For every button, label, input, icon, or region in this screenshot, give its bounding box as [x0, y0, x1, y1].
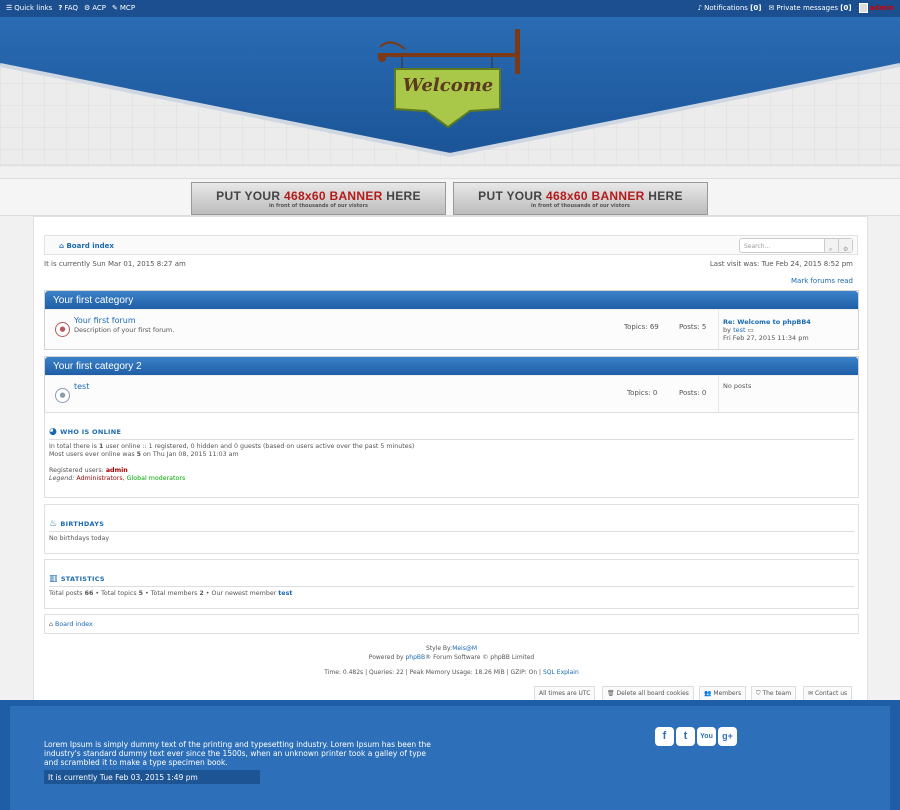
wrench-icon: ✎ — [112, 4, 118, 12]
private-messages-link[interactable]: ✉ Private messages [0] — [768, 4, 851, 12]
forum-title-link[interactable]: test — [74, 382, 89, 391]
forum-description: Description of your first forum. — [74, 326, 175, 334]
birthdays-text: No birthdays today — [49, 535, 110, 542]
statistics-text: Total posts 66 • Total topics 5 • Total … — [49, 590, 293, 597]
last-post-link[interactable]: Re: Welcome to phpBB4 — [723, 318, 811, 326]
current-time: It is currently Sun Mar 01, 2015 8:27 am — [44, 260, 186, 268]
forum-read-icon: ● — [55, 388, 70, 403]
acp-link[interactable]: ⚙ ACP — [84, 4, 106, 12]
cake-icon: ♨ — [49, 519, 58, 529]
last-visit: Last visit was: Tue Feb 24, 2015 8:52 pm — [709, 260, 853, 268]
forum-topics: Topics: 69 — [624, 323, 659, 331]
search-input[interactable]: Search… — [744, 243, 771, 250]
delete-cookies-link[interactable]: 🗑 Delete all board cookies — [602, 686, 694, 701]
forum-posts: Posts: 0 — [679, 389, 707, 397]
category-title[interactable]: Your first category — [45, 291, 858, 309]
youtube-icon[interactable]: You — [697, 727, 716, 746]
legend-administrators[interactable]: Administrators — [76, 475, 122, 482]
registered-users: Registered users: admin — [49, 467, 128, 474]
forum-row: ● test Topics: 0 Posts: 0 No posts — [45, 375, 858, 415]
statistics-panel: ▥ STATISTICS Total posts 66 • Total topic… — [44, 559, 859, 609]
breadcrumb-board-index[interactable]: ⌂ Board index — [59, 242, 114, 250]
debug-info: Time: 0.482s | Queries: 22 | Peak Memory… — [324, 669, 579, 676]
group-icon: 👥 — [704, 690, 712, 697]
breadcrumb-bar: ⌂ Board index Search… ⌕ ⚙ — [44, 235, 858, 255]
sql-explain-link[interactable]: SQL Explain — [543, 669, 579, 676]
birthdays-panel: ♨ BIRTHDAYS No birthdays today — [44, 504, 859, 554]
inbox-icon: ✉ — [768, 4, 775, 12]
gear-icon: ⚙ — [843, 246, 849, 253]
shield-icon: ⛉ — [756, 690, 761, 697]
forum-posts: Posts: 5 — [679, 323, 707, 331]
faq-link[interactable]: ? FAQ — [58, 4, 78, 12]
footer-clock: It is currently Tue Feb 03, 2015 1:49 pm — [44, 770, 260, 784]
quick-links-menu[interactable]: ☰ Quick links — [6, 4, 52, 12]
ad-banner-1[interactable]: PUT YOUR 468x60 BANNER HERE in front of … — [191, 182, 446, 215]
forum-last-post: No posts — [718, 376, 860, 415]
contact-us-link[interactable]: ✉ Contact us — [803, 686, 853, 701]
statistics-title: STATISTICS — [60, 575, 105, 583]
top-navbar: ☰ Quick links ? FAQ ⚙ ACP ✎ MCP ♪ Notificatio… — [0, 0, 900, 17]
footer-about-text: Lorem Ipsum is simply dummy text of the … — [44, 740, 431, 767]
user-link-admin[interactable]: admin — [106, 467, 128, 474]
who-is-online-title[interactable]: WHO IS ONLINE — [60, 428, 121, 436]
advanced-search-button[interactable]: ⚙ — [838, 239, 852, 253]
newest-member-link[interactable]: test — [278, 590, 292, 597]
category-2: Your first category 2 ● test Topics: 0 P… — [44, 356, 859, 416]
facebook-icon[interactable]: f — [655, 727, 674, 746]
menu-icon: ☰ — [6, 4, 13, 12]
online-record: Most users ever online was 5 on Thu Jan … — [49, 451, 239, 458]
category-1: Your first category ● Your first forum D… — [44, 290, 859, 350]
mark-forums-read-link[interactable]: Mark forums read — [791, 277, 853, 285]
banner-row: PUT YOUR 468x60 BANNER HERE in front of … — [0, 178, 900, 216]
welcome-sign-text: Welcome — [402, 75, 494, 96]
forum-topics: Topics: 0 — [627, 389, 658, 397]
birthdays-title: BIRTHDAYS — [60, 520, 105, 528]
notifications-link[interactable]: ♪ Notifications [0] — [698, 4, 762, 12]
legend-global-moderators[interactable]: Global moderators — [127, 475, 186, 482]
pie-chart-icon: ◕ — [49, 427, 58, 437]
style-credit: Style By:Meis@M — [425, 645, 478, 652]
search-icon: ⌕ — [829, 246, 833, 253]
bar-chart-icon: ▥ — [49, 574, 58, 584]
footer-breadcrumb: ⌂ Board index — [44, 614, 859, 634]
avatar — [858, 3, 868, 13]
ad-banner-2[interactable]: PUT YOUR 468x60 BANNER HERE in front of … — [453, 182, 708, 215]
bell-icon: ♪ — [697, 4, 703, 12]
members-link[interactable]: 👥 Members — [699, 686, 747, 701]
forum-title-link[interactable]: Your first forum — [74, 316, 136, 325]
trash-icon: 🗑 — [607, 690, 615, 697]
site-header: Welcome — [0, 17, 900, 167]
forum-unread-icon: ● — [55, 322, 70, 337]
user-menu[interactable]: admin — [858, 3, 894, 13]
legend: Legend: Administrators, Global moderator… — [49, 475, 186, 482]
who-is-online-panel: ◕ WHO IS ONLINE In total there is 1 user … — [44, 412, 859, 498]
search-box: Search… ⌕ ⚙ — [739, 238, 853, 253]
category-title[interactable]: Your first category 2 — [45, 357, 858, 375]
view-latest-post-icon[interactable]: ▭ — [748, 326, 754, 334]
main-content: ⌂ Board index Search… ⌕ ⚙ It is currentl… — [33, 216, 868, 706]
search-button[interactable]: ⌕ — [824, 239, 838, 253]
envelope-icon: ✉ — [808, 690, 814, 697]
mcp-link[interactable]: ✎ MCP — [112, 4, 135, 12]
footer-board-index-link[interactable]: Board index — [55, 621, 93, 628]
googleplus-icon[interactable]: g+ — [718, 727, 737, 746]
forum-last-post: Re: Welcome to phpBB4 by test ▭ Fri Feb … — [718, 310, 860, 349]
timezone-info: All times are UTC — [534, 686, 596, 701]
phpbb-link[interactable]: phpBB — [406, 654, 426, 661]
gears-icon: ⚙ — [83, 4, 91, 12]
online-summary: In total there is 1 user online :: 1 reg… — [49, 443, 415, 450]
question-icon: ? — [58, 4, 63, 12]
powered-by: Powered by phpBB® Forum Software © phpBB… — [368, 654, 535, 661]
twitter-icon[interactable]: t — [676, 727, 695, 746]
last-post-author[interactable]: test — [733, 326, 745, 334]
forum-row: ● Your first forum Description of your f… — [45, 309, 858, 349]
